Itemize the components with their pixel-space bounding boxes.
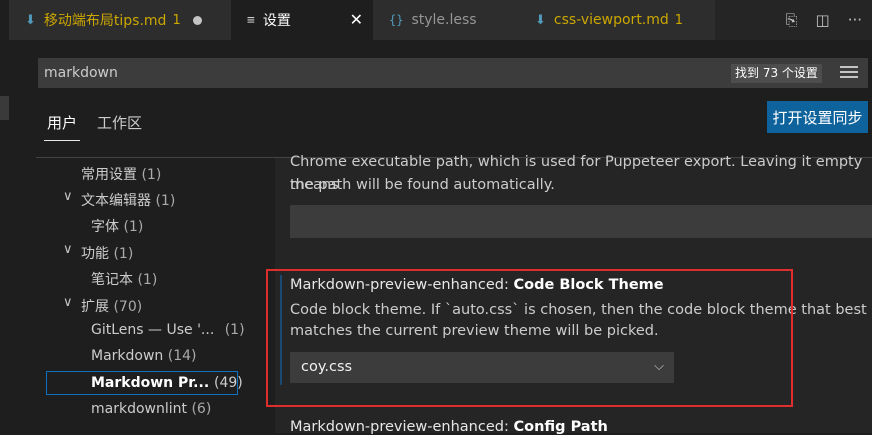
toc-label: 常用设置: [81, 167, 137, 183]
close-tab-icon[interactable]: ✕: [350, 10, 363, 29]
tab-title: css-viewport.md: [553, 12, 669, 28]
toc-count: (1): [141, 167, 162, 183]
toc-item-extensions[interactable]: ∨ 扩展 (70): [63, 295, 143, 316]
unsaved-dot-icon[interactable]: [192, 15, 202, 25]
toc-count: (49): [214, 375, 243, 391]
toc-item-text-editor[interactable]: ∨ 文本编辑器 (1): [63, 189, 176, 210]
toc-label: GitLens — Use '...: [91, 322, 215, 338]
markdown-icon: ⬇: [25, 12, 36, 28]
toc-count: (1): [113, 246, 134, 262]
settings-search-box: 找到 73 个设置: [38, 58, 868, 88]
settings-search-input[interactable]: [44, 58, 644, 88]
more-actions-icon[interactable]: ···: [848, 11, 862, 29]
tab-css-viewport[interactable]: ⬇ css-viewport.md 1: [519, 0, 715, 40]
toc-item-gitlens[interactable]: GitLens — Use '... (1): [91, 322, 245, 338]
toc-count: (1): [224, 322, 245, 338]
activity-strip: [0, 0, 9, 433]
tab-settings[interactable]: ≡ 设置 ✕: [231, 0, 373, 40]
tab-mobile-layout-tips[interactable]: ⬇ 移动端布局tips.md 1: [9, 0, 231, 40]
toc-count: (1): [123, 219, 144, 235]
toc-label: 文本编辑器: [81, 193, 151, 209]
activity-marker: [0, 96, 9, 120]
tab-title: 移动端布局tips.md: [43, 13, 167, 29]
tab-title: 设置: [262, 13, 291, 29]
chrome-path-input[interactable]: [290, 205, 872, 238]
setting-description: the path will be found automatically.: [290, 177, 555, 193]
toc-item-font[interactable]: 字体 (1): [91, 216, 143, 236]
chevron-down-icon[interactable]: ∨: [63, 295, 73, 310]
toc-item-markdownlint[interactable]: markdownlint (6): [91, 401, 211, 417]
toc-label: Markdown: [91, 348, 164, 364]
filter-icon[interactable]: [840, 66, 858, 80]
toc-label: 字体: [91, 219, 119, 235]
toc-label: 笔记本: [91, 272, 133, 288]
open-settings-json-icon[interactable]: ⎘: [785, 11, 797, 29]
search-result-count: 找到 73 个设置: [731, 64, 822, 83]
toc-count: (1): [155, 193, 176, 209]
toc-label: 功能: [81, 246, 109, 262]
chevron-down-icon[interactable]: ∨: [63, 189, 73, 204]
tab-style-less[interactable]: {} style.less: [373, 0, 519, 40]
less-braces-icon: {}: [389, 13, 404, 27]
toc-label: Markdown Pr...: [91, 375, 210, 391]
tab-user-settings[interactable]: 用户: [47, 112, 77, 133]
toc-count: (70): [113, 299, 143, 315]
split-editor-icon[interactable]: ◫: [816, 11, 830, 29]
toc-item-features[interactable]: ∨ 功能 (1): [63, 242, 134, 263]
tab-workspace-settings[interactable]: 工作区: [97, 112, 142, 133]
toc-count: (6): [191, 401, 212, 417]
toc-count: (1): [137, 272, 158, 288]
red-highlight-annotation: [266, 269, 793, 407]
settings-lines-icon: ≡: [247, 12, 255, 28]
markdown-icon: ⬇: [535, 12, 546, 28]
toc-item-common[interactable]: 常用设置 (1): [81, 164, 161, 184]
toc-label: markdownlint: [91, 401, 187, 417]
toc-item-markdown-preview-enhanced[interactable]: Markdown Pr... (49): [46, 371, 243, 395]
editor-actions: ⎘ ◫ ···: [785, 0, 862, 40]
tab-title: style.less: [411, 12, 477, 28]
toc-item-notebook[interactable]: 笔记本 (1): [91, 269, 157, 289]
toc-item-markdown[interactable]: Markdown (14): [91, 348, 197, 364]
editor-tab-bar: ⬇ 移动端布局tips.md 1 ≡ 设置 ✕ {} style.less ⬇ …: [9, 0, 872, 40]
problem-count-badge: 1: [674, 12, 684, 28]
toc-label: 扩展: [81, 299, 109, 315]
chevron-down-icon[interactable]: ∨: [63, 242, 73, 257]
active-scope-underline: [44, 140, 80, 141]
turn-on-settings-sync-button[interactable]: 打开设置同步: [767, 101, 868, 133]
toc-count: (14): [167, 348, 197, 364]
problem-count-badge: 1: [172, 12, 181, 28]
